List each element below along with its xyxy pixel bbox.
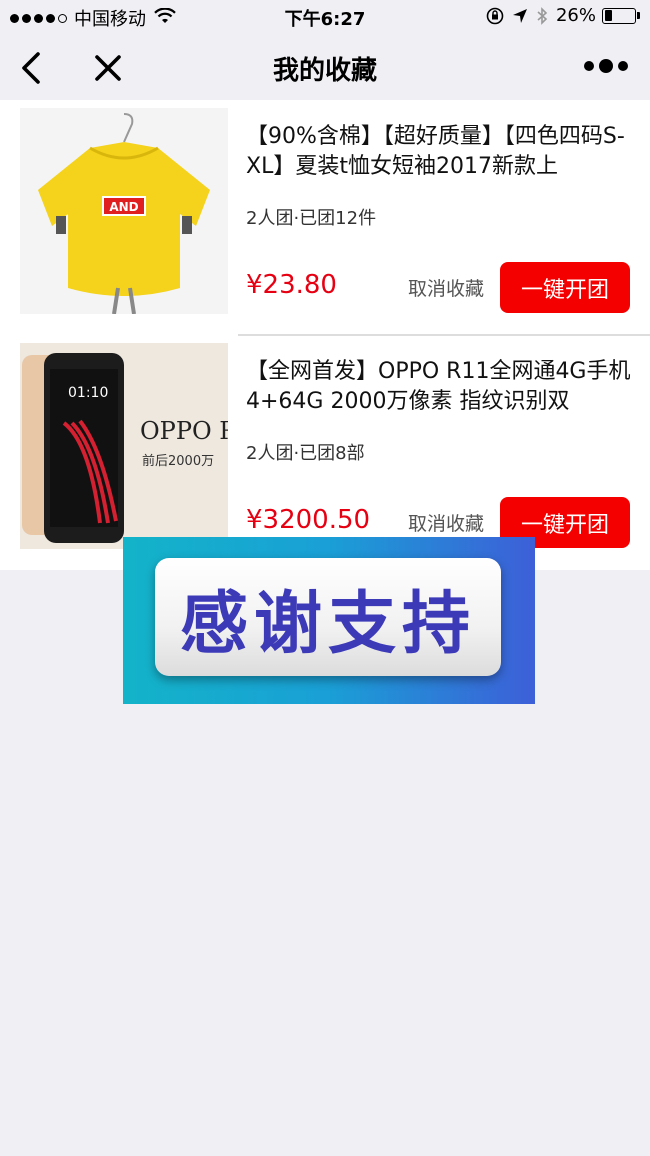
page-title: 我的收藏 <box>272 56 377 86</box>
more-dots-icon <box>618 61 628 71</box>
status-right: 26% <box>478 5 640 26</box>
product-image[interactable]: 01:10 OPPO R 前后2000万 <box>20 343 228 549</box>
battery-percent: 26% <box>555 5 596 26</box>
camera-caption: 前后2000万 <box>142 453 214 469</box>
list-item[interactable]: 01:10 OPPO R 前后2000万 【全网首发】OPPO R11全网通4G… <box>0 335 650 570</box>
more-dots-icon <box>599 59 613 73</box>
nav-bar: 我的收藏 <box>0 32 650 100</box>
unfavorite-button[interactable]: 取消收藏 <box>408 274 484 301</box>
more-dots-icon <box>584 61 594 71</box>
group-info: 2人团·已团12件 <box>246 208 377 229</box>
thanks-banner: 感谢支持 <box>123 537 535 704</box>
group-info: 2人团·已团8部 <box>246 443 365 464</box>
start-group-button[interactable]: 一键开团 <box>500 262 630 313</box>
thanks-badge: 感谢支持 <box>155 558 501 676</box>
orientation-lock-icon <box>486 7 504 25</box>
product-title[interactable]: 【90%含棉】【超好质量】【四色四码S-XL】夏装t恤女短袖2017新款上 <box>246 122 636 184</box>
product-price: ¥23.80 <box>246 270 337 300</box>
battery-icon <box>602 7 640 24</box>
favorites-list: AND 【90%含棉】【超好质量】【四色四码S-XL】夏装t恤女短袖2017新款… <box>0 100 650 570</box>
bluetooth-icon <box>536 6 548 25</box>
location-arrow-icon <box>512 8 528 24</box>
more-button[interactable] <box>584 56 628 76</box>
phone-clock-text: 01:10 <box>68 385 108 401</box>
product-title[interactable]: 【全网首发】OPPO R11全网通4G手机 4+64G 2000万像素 指纹识别… <box>246 357 636 419</box>
status-bar: 中国移动 下午6:27 26% <box>0 0 650 32</box>
brand-text: OPPO R <box>140 417 228 445</box>
unfavorite-button[interactable]: 取消收藏 <box>408 509 484 536</box>
list-item[interactable]: AND 【90%含棉】【超好质量】【四色四码S-XL】夏装t恤女短袖2017新款… <box>0 100 650 336</box>
product-price: ¥3200.50 <box>246 505 371 535</box>
product-image[interactable]: AND <box>20 108 228 314</box>
thanks-text: 感谢支持 <box>179 584 476 664</box>
shirt-print-text: AND <box>109 200 138 214</box>
